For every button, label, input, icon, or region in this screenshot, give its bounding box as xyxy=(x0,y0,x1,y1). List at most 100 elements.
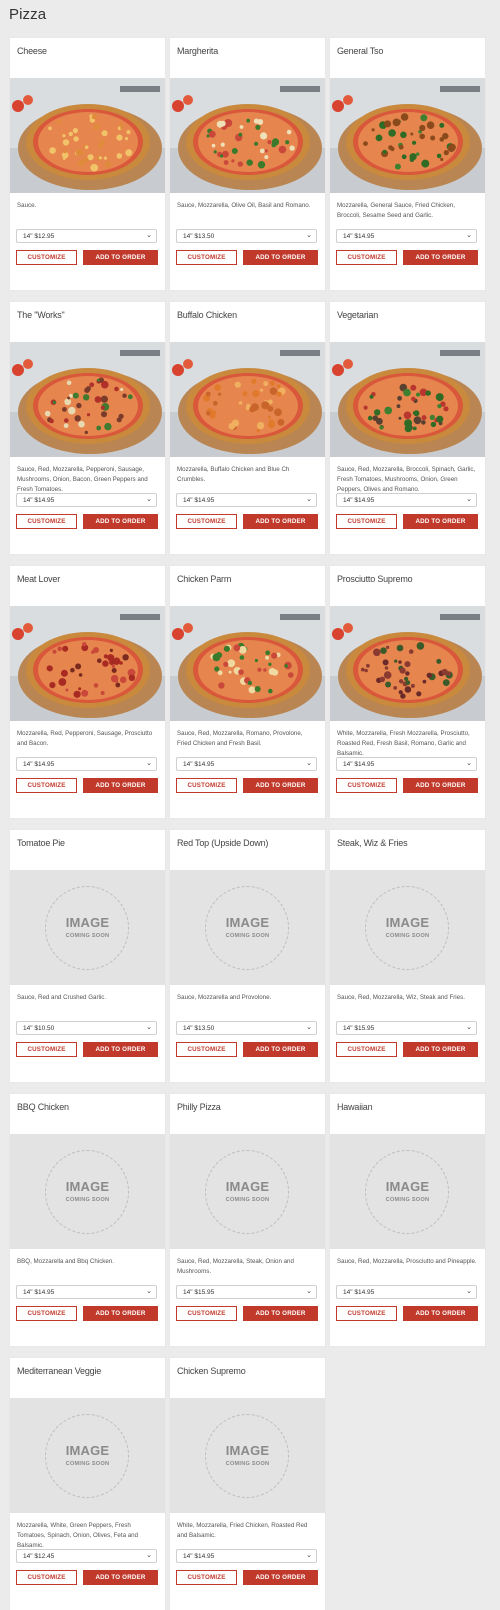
pizza-photo xyxy=(330,342,485,457)
customize-button[interactable]: CUSTOMIZE xyxy=(176,1570,237,1585)
chevron-down-icon: ⌄ xyxy=(466,1288,472,1295)
item-description: Mozzarella, White, Green Peppers, Fresh … xyxy=(17,1522,139,1549)
size-price-select[interactable]: 14" $15.95 ⌄ xyxy=(336,1021,477,1035)
add-to-order-button[interactable]: ADD TO ORDER xyxy=(403,514,478,529)
chevron-down-icon: ⌄ xyxy=(466,232,472,239)
placeholder-text: IMAGE xyxy=(65,915,110,930)
item-name: Mediterranean Veggie xyxy=(17,1366,102,1376)
menu-item-card: Mediterranean Veggie IMAGE COMING SOON Mozz… xyxy=(10,1358,165,1610)
add-to-order-button[interactable]: ADD TO ORDER xyxy=(83,1306,158,1321)
item-name: Tomatoe Pie xyxy=(17,838,65,848)
item-description: Sauce, Red, Mozzarella, Steak, Onion and… xyxy=(177,1258,294,1275)
item-name: Hawaiian xyxy=(337,1102,373,1112)
customize-button[interactable]: CUSTOMIZE xyxy=(336,514,397,529)
size-price-value: 14" $10.50 xyxy=(23,1025,55,1032)
image-placeholder: IMAGE COMING SOON xyxy=(170,870,325,985)
add-to-order-button[interactable]: ADD TO ORDER xyxy=(83,1570,158,1585)
placeholder-subtext: COMING SOON xyxy=(225,933,270,939)
chevron-down-icon: ⌄ xyxy=(146,232,152,239)
size-price-select[interactable]: 14" $14.95 ⌄ xyxy=(336,757,477,771)
size-price-select[interactable]: 14" $14.95 ⌄ xyxy=(16,493,157,507)
add-to-order-button[interactable]: ADD TO ORDER xyxy=(403,778,478,793)
menu-item-card: Steak, Wiz & Fries IMAGE COMING SOON Sauce,… xyxy=(330,830,485,1082)
add-to-order-button[interactable]: ADD TO ORDER xyxy=(243,1042,318,1057)
item-name: The "Works" xyxy=(17,310,65,320)
add-to-order-button[interactable]: ADD TO ORDER xyxy=(83,514,158,529)
pizza-photo xyxy=(170,78,325,193)
item-description: Sauce, Red, Mozzarella, Wiz, Steak and F… xyxy=(337,994,465,1001)
customize-button[interactable]: CUSTOMIZE xyxy=(16,1570,77,1585)
chevron-down-icon: ⌄ xyxy=(146,1288,152,1295)
customize-button[interactable]: CUSTOMIZE xyxy=(176,514,237,529)
customize-button[interactable]: CUSTOMIZE xyxy=(176,778,237,793)
customize-button[interactable]: CUSTOMIZE xyxy=(336,778,397,793)
customize-button[interactable]: CUSTOMIZE xyxy=(16,1042,77,1057)
size-price-select[interactable]: 14" $14.95 ⌄ xyxy=(176,1549,317,1563)
menu-item-card: General Tso Mozzarella, General Sauce, Fr… xyxy=(330,38,485,290)
add-to-order-button[interactable]: ADD TO ORDER xyxy=(83,250,158,265)
customize-button[interactable]: CUSTOMIZE xyxy=(176,250,237,265)
size-price-value: 14" $14.95 xyxy=(343,761,375,768)
add-to-order-button[interactable]: ADD TO ORDER xyxy=(243,1306,318,1321)
size-price-select[interactable]: 14" $12.45 ⌄ xyxy=(16,1549,157,1563)
customize-button[interactable]: CUSTOMIZE xyxy=(16,1306,77,1321)
customize-button[interactable]: CUSTOMIZE xyxy=(336,1306,397,1321)
size-price-select[interactable]: 14" $14.95 ⌄ xyxy=(336,1285,477,1299)
add-to-order-button[interactable]: ADD TO ORDER xyxy=(243,250,318,265)
size-price-select[interactable]: 14" $14.95 ⌄ xyxy=(176,757,317,771)
menu-item-card: Prosciutto Supremo White, Mozzarella, Fre… xyxy=(330,566,485,818)
pizza-photo xyxy=(330,606,485,721)
image-placeholder: IMAGE COMING SOON xyxy=(330,870,485,985)
customize-button[interactable]: CUSTOMIZE xyxy=(16,250,77,265)
customize-button[interactable]: CUSTOMIZE xyxy=(176,1306,237,1321)
add-to-order-button[interactable]: ADD TO ORDER xyxy=(403,1042,478,1057)
chevron-down-icon: ⌄ xyxy=(146,760,152,767)
customize-button[interactable]: CUSTOMIZE xyxy=(176,1042,237,1057)
size-price-value: 14" $14.95 xyxy=(183,1553,215,1560)
item-description: Sauce, Red, Mozzarella, Pepperoni, Sausa… xyxy=(17,466,148,493)
chevron-down-icon: ⌄ xyxy=(466,760,472,767)
placeholder-text: IMAGE xyxy=(225,1179,270,1194)
add-to-order-button[interactable]: ADD TO ORDER xyxy=(403,1306,478,1321)
size-price-value: 14" $12.95 xyxy=(23,233,55,240)
add-to-order-button[interactable]: ADD TO ORDER xyxy=(243,514,318,529)
placeholder-text: IMAGE xyxy=(65,1179,110,1194)
add-to-order-button[interactable]: ADD TO ORDER xyxy=(83,778,158,793)
menu-item-card: BBQ Chicken IMAGE COMING SOON BBQ, Mozzarel… xyxy=(10,1094,165,1346)
pizza-photo xyxy=(330,78,485,193)
placeholder-subtext: COMING SOON xyxy=(385,1197,430,1203)
size-price-select[interactable]: 14" $14.95 ⌄ xyxy=(336,229,477,243)
size-price-select[interactable]: 14" $13.50 ⌄ xyxy=(176,229,317,243)
size-price-value: 14" $14.95 xyxy=(343,497,375,504)
customize-button[interactable]: CUSTOMIZE xyxy=(16,778,77,793)
menu-grid: Cheese Sauce. 14" $12.95 ⌄ CUSTOMIZE ADD TO O… xyxy=(10,38,500,1610)
customize-button[interactable]: CUSTOMIZE xyxy=(16,514,77,529)
image-placeholder: IMAGE COMING SOON xyxy=(10,870,165,985)
size-price-select[interactable]: 14" $14.95 ⌄ xyxy=(176,493,317,507)
add-to-order-button[interactable]: ADD TO ORDER xyxy=(403,250,478,265)
size-price-select[interactable]: 14" $14.95 ⌄ xyxy=(16,1285,157,1299)
item-name: Chicken Parm xyxy=(177,574,232,584)
size-price-select[interactable]: 14" $13.50 ⌄ xyxy=(176,1021,317,1035)
item-name: Margherita xyxy=(177,46,219,56)
size-price-select[interactable]: 14" $15.95 ⌄ xyxy=(176,1285,317,1299)
add-to-order-button[interactable]: ADD TO ORDER xyxy=(83,1042,158,1057)
chevron-down-icon: ⌄ xyxy=(306,1552,312,1559)
placeholder-subtext: COMING SOON xyxy=(385,933,430,939)
customize-button[interactable]: CUSTOMIZE xyxy=(336,1042,397,1057)
size-price-select[interactable]: 14" $14.95 ⌄ xyxy=(336,493,477,507)
customize-button[interactable]: CUSTOMIZE xyxy=(336,250,397,265)
item-description: Sauce, Red, Mozzarella, Romano, Provolon… xyxy=(177,730,303,747)
size-price-select[interactable]: 14" $14.95 ⌄ xyxy=(16,757,157,771)
size-price-select[interactable]: 14" $12.95 ⌄ xyxy=(16,229,157,243)
chevron-down-icon: ⌄ xyxy=(146,1552,152,1559)
add-to-order-button[interactable]: ADD TO ORDER xyxy=(243,778,318,793)
menu-item-card: Margherita Sauce, Mozzarella, Olive Oil, … xyxy=(170,38,325,290)
size-price-select[interactable]: 14" $10.50 ⌄ xyxy=(16,1021,157,1035)
add-to-order-button[interactable]: ADD TO ORDER xyxy=(243,1570,318,1585)
item-description: Mozzarella, Red, Pepperoni, Sausage, Pro… xyxy=(17,730,153,747)
item-description: Mozzarella, Buffalo Chicken and Blue Ch … xyxy=(177,466,290,483)
chevron-down-icon: ⌄ xyxy=(466,1024,472,1031)
size-price-value: 14" $13.50 xyxy=(183,1025,215,1032)
placeholder-subtext: COMING SOON xyxy=(65,933,110,939)
